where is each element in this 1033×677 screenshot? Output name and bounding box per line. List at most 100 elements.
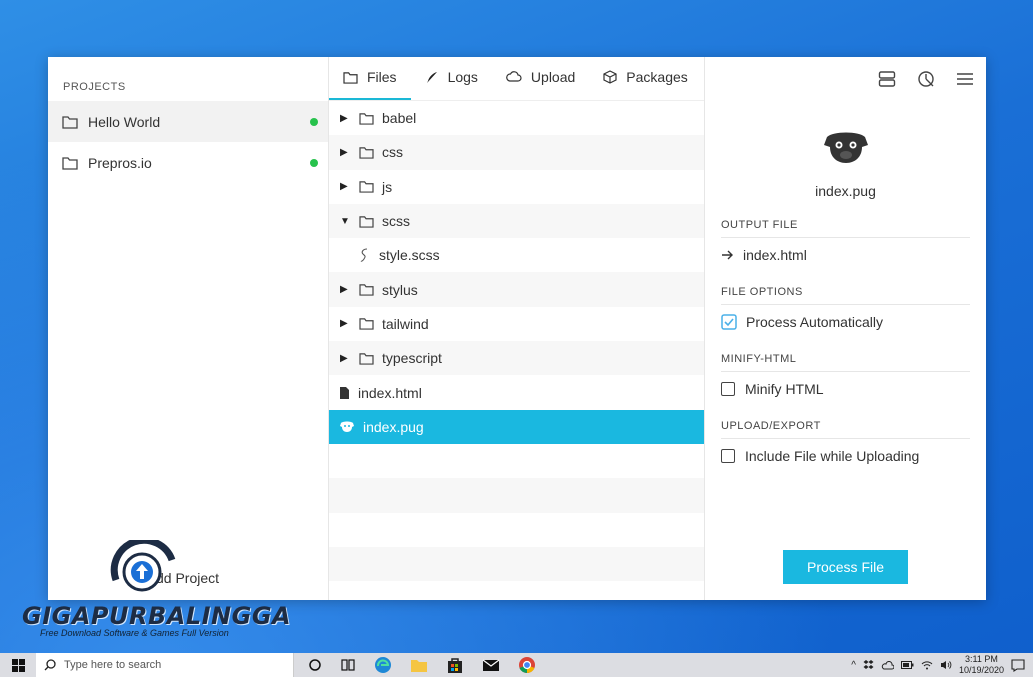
tab-label: Packages [626,69,688,85]
volume-icon[interactable] [940,660,952,670]
process-file-button[interactable]: Process File [783,550,908,584]
search-icon [44,659,56,671]
tree-label: babel [382,110,417,127]
tree-folder-tailwind[interactable]: ▶ tailwind [329,307,704,341]
clock-date: 10/19/2020 [958,665,1004,675]
cortana-icon[interactable] [308,658,322,672]
tree-empty-row [329,444,704,478]
caret-right-icon[interactable]: ▶ [340,113,350,124]
file-icon [340,386,349,399]
tab-packages[interactable]: Packages [589,56,701,100]
tree-folder-css[interactable]: ▶ css [329,135,704,170]
project-item-hello-world[interactable]: Hello World [48,101,328,142]
include-upload-option[interactable]: Include File while Uploading [721,448,970,464]
tree-folder-babel[interactable]: ▶ babel [329,101,704,135]
projects-header: PROJECTS [63,81,126,93]
tab-logs[interactable]: Logs [411,56,492,100]
caret-right-icon[interactable]: ▶ [340,181,350,192]
browser-sync-icon[interactable] [916,69,936,89]
layout-icon[interactable] [877,69,897,89]
tree-label: js [382,178,393,195]
tree-folder-stylus[interactable]: ▶ stylus [329,272,704,307]
tree-label: scss [382,213,410,230]
watermark-subtitle: Free Download Software & Games Full Vers… [40,628,229,638]
folder-icon [359,215,374,228]
option-label: Process Automatically [746,314,883,330]
taskbar-clock[interactable]: 3:11 PM 10/19/2020 [959,654,1004,676]
edge-icon[interactable] [374,656,392,674]
checkbox-checked-icon[interactable] [721,314,737,330]
store-icon[interactable] [446,656,464,674]
tab-label: Files [367,69,397,85]
caret-down-icon[interactable]: ▼ [340,216,350,227]
tree-empty-row [329,546,704,582]
tree-label: stylus [382,281,418,298]
tree-label: style.scss [379,247,440,264]
tree-folder-typescript[interactable]: ▶ typescript [329,341,704,376]
task-view-icon[interactable] [340,658,356,672]
tree-folder-scss[interactable]: ▼ scss [329,203,704,239]
output-file-row[interactable]: index.html [721,247,970,263]
tree-empty-row [329,478,704,513]
folder-icon [62,115,78,129]
tab-label: Logs [447,69,478,85]
taskbar: Type here to search ^ 3:11 PM 10/19/2020 [0,653,1033,677]
battery-icon[interactable] [900,661,914,669]
menu-icon[interactable] [955,69,975,89]
tab-label: Upload [530,69,576,85]
tree-folder-js[interactable]: ▶ js [329,170,704,204]
taskbar-apps [308,656,536,674]
project-name: Prepros.io [88,154,152,171]
folder-icon [359,318,374,331]
cloud-icon [506,71,522,82]
tab-upload[interactable]: Upload [492,56,589,100]
caret-right-icon[interactable]: ▶ [340,353,350,364]
tab-bar: Files Logs Upload Packages [329,57,704,101]
tree-file-index-pug[interactable]: index.pug [329,409,704,444]
project-item-prepros[interactable]: Prepros.io [48,142,328,183]
system-tray: ^ 3:11 PM 10/19/2020 [851,654,1033,676]
folder-icon [359,284,374,296]
caret-right-icon[interactable]: ▶ [340,147,350,158]
minify-html-option[interactable]: Minify HTML [721,381,970,397]
tree-file-style-scss[interactable]: style.scss [329,238,704,272]
tree-label: css [382,144,403,161]
status-dot [310,117,318,126]
file-explorer-icon[interactable] [410,657,428,673]
caret-right-icon[interactable]: ▶ [340,284,350,295]
notifications-icon[interactable] [1011,658,1025,672]
project-name: Hello World [88,113,161,130]
box-icon [603,70,617,84]
taskbar-search[interactable]: Type here to search [36,653,294,677]
option-label: Minify HTML [745,381,824,397]
mail-icon[interactable] [482,658,500,672]
dropbox-icon[interactable] [863,660,874,670]
folder-icon [359,147,374,159]
caret-right-icon[interactable]: ▶ [340,318,350,329]
sass-icon [360,248,368,263]
tree-file-index-html[interactable]: index.html [329,375,704,409]
chrome-icon[interactable] [518,656,536,674]
wifi-icon[interactable] [921,660,933,670]
tree-label: index.html [358,384,422,401]
projects-sidebar: PROJECTS Hello World Prepros.io dd Proje… [48,57,329,600]
feather-icon [426,72,437,83]
checkbox-unchecked-icon[interactable] [721,449,735,463]
clock-time: 3:11 PM [965,654,998,664]
windows-start-icon[interactable] [0,658,36,672]
onedrive-icon[interactable] [881,660,894,670]
tree-label: index.pug [363,418,424,435]
pug-logo-icon [721,129,970,165]
output-file-header: OUTPUT FILE [721,219,970,238]
upload-export-header: UPLOAD/EXPORT [721,420,970,439]
tab-files[interactable]: Files [329,56,411,100]
toolbar [705,57,986,101]
process-automatically-option[interactable]: Process Automatically [721,314,970,330]
folder-icon [359,112,374,125]
chevron-up-icon[interactable]: ^ [851,660,856,671]
checkbox-unchecked-icon[interactable] [721,382,735,396]
folder-icon [359,352,374,365]
tree-label: tailwind [382,315,429,332]
file-options-header: FILE OPTIONS [721,286,970,305]
pug-icon [340,421,354,433]
